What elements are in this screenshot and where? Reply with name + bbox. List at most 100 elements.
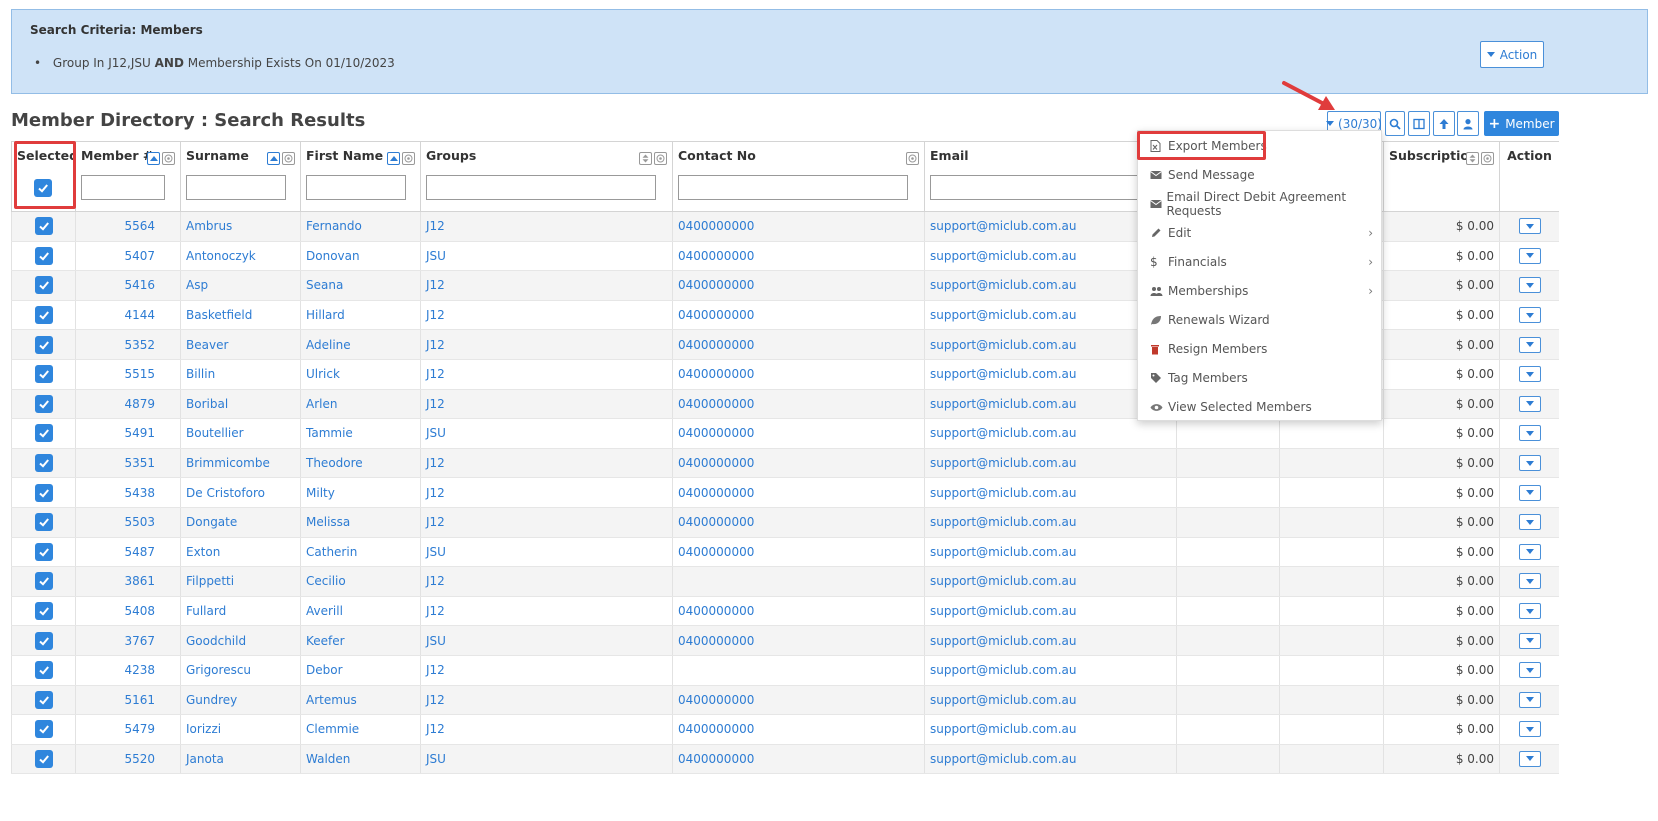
cell-group[interactable]: JSU <box>420 537 673 568</box>
cell-surname[interactable]: Goodchild <box>180 625 301 656</box>
cell-member-no[interactable]: 5491 <box>75 418 181 449</box>
cell-first-name[interactable]: Theodore <box>300 448 421 479</box>
row-checkbox[interactable] <box>34 483 53 502</box>
cell-group[interactable]: JSU <box>420 625 673 656</box>
row-checkbox[interactable] <box>34 542 53 561</box>
table-row[interactable]: 5408 Fullard Averill J12 0400000000 support@m… <box>11 596 1559 627</box>
row-action-button[interactable] <box>1518 543 1541 560</box>
row-checkbox[interactable] <box>34 394 53 413</box>
cell-contact[interactable]: 0400000000 <box>672 477 925 508</box>
groups-filter-input[interactable] <box>426 175 656 200</box>
sort-asc-icon[interactable] <box>147 152 160 165</box>
row-checkbox[interactable] <box>34 335 53 354</box>
cell-group[interactable]: J12 <box>420 270 673 301</box>
row-action-button[interactable] <box>1518 662 1541 679</box>
row-checkbox[interactable] <box>34 602 53 621</box>
columns-button[interactable] <box>1408 111 1430 136</box>
table-row[interactable]: 4238 Grigorescu Debor J12 support@miclub.com… <box>11 655 1559 686</box>
cell-contact[interactable]: 0400000000 <box>672 359 925 390</box>
table-row[interactable]: 5161 Gundrey Artemus J12 0400000000 support@m… <box>11 685 1559 716</box>
cell-email[interactable]: support@miclub.com.au <box>924 655 1177 686</box>
row-checkbox[interactable] <box>34 246 53 265</box>
cell-first-name[interactable]: Fernando <box>300 211 421 242</box>
cell-surname[interactable]: Fullard <box>180 596 301 627</box>
cell-first-name[interactable]: Ulrick <box>300 359 421 390</box>
cell-surname[interactable]: Exton <box>180 537 301 568</box>
upload-button[interactable] <box>1433 111 1455 136</box>
cell-member-no[interactable]: 5352 <box>75 329 181 360</box>
cell-contact[interactable]: 0400000000 <box>672 329 925 360</box>
cell-contact[interactable]: 0400000000 <box>672 418 925 449</box>
criteria-action-button[interactable]: Action <box>1480 41 1544 68</box>
menu-item-resign-members[interactable]: Resign Members <box>1138 337 1383 361</box>
first-name-filter-input[interactable] <box>306 175 406 200</box>
hide-column-icon[interactable] <box>906 152 919 165</box>
cell-contact[interactable]: 0400000000 <box>672 270 925 301</box>
sort-asc-icon[interactable] <box>267 152 280 165</box>
cell-contact[interactable] <box>672 566 925 597</box>
cell-contact[interactable]: 0400000000 <box>672 625 925 656</box>
cell-member-no[interactable]: 5351 <box>75 448 181 479</box>
table-row[interactable]: 5438 De Cristoforo Milty J12 0400000000 suppo… <box>11 477 1559 508</box>
cell-contact[interactable]: 0400000000 <box>672 744 925 775</box>
cell-first-name[interactable]: Clemmie <box>300 714 421 745</box>
cell-member-no[interactable]: 5407 <box>75 241 181 272</box>
cell-group[interactable]: J12 <box>420 507 673 538</box>
cell-contact[interactable]: 0400000000 <box>672 685 925 716</box>
row-action-button[interactable] <box>1518 750 1541 767</box>
cell-first-name[interactable]: Arlen <box>300 389 421 420</box>
cell-first-name[interactable]: Adeline <box>300 329 421 360</box>
cell-first-name[interactable]: Donovan <box>300 241 421 272</box>
row-action-button[interactable] <box>1518 603 1541 620</box>
cell-first-name[interactable]: Hillard <box>300 300 421 331</box>
cell-email[interactable]: support@miclub.com.au <box>924 537 1177 568</box>
cell-group[interactable]: J12 <box>420 448 673 479</box>
cell-surname[interactable]: Basketfield <box>180 300 301 331</box>
cell-surname[interactable]: Grigorescu <box>180 655 301 686</box>
row-action-button[interactable] <box>1518 425 1541 442</box>
row-checkbox[interactable] <box>34 454 53 473</box>
menu-item-financials[interactable]: $ Financials › <box>1138 250 1383 274</box>
cell-group[interactable]: J12 <box>420 329 673 360</box>
cell-contact[interactable]: 0400000000 <box>672 507 925 538</box>
menu-item-renewals-wizard[interactable]: Renewals Wizard <box>1138 308 1383 332</box>
cell-surname[interactable]: Billin <box>180 359 301 390</box>
cell-first-name[interactable]: Averill <box>300 596 421 627</box>
cell-surname[interactable]: Brimmicombe <box>180 448 301 479</box>
row-action-button[interactable] <box>1518 691 1541 708</box>
sort-icon[interactable] <box>639 152 652 165</box>
row-checkbox[interactable] <box>34 217 53 236</box>
table-row[interactable]: 5479 Iorizzi Clemmie J12 0400000000 support@m… <box>11 714 1559 745</box>
cell-contact[interactable]: 0400000000 <box>672 389 925 420</box>
add-member-button[interactable]: + Member <box>1484 111 1559 136</box>
cell-email[interactable]: support@miclub.com.au <box>924 744 1177 775</box>
cell-group[interactable]: J12 <box>420 211 673 242</box>
row-action-button[interactable] <box>1518 514 1541 531</box>
table-row[interactable]: 5487 Exton Catherin JSU 0400000000 support@mi… <box>11 537 1559 568</box>
cell-surname[interactable]: Boutellier <box>180 418 301 449</box>
cell-email[interactable]: support@miclub.com.au <box>924 566 1177 597</box>
row-checkbox[interactable] <box>34 661 53 680</box>
cell-group[interactable]: J12 <box>420 714 673 745</box>
table-row[interactable]: 5491 Boutellier Tammie JSU 0400000000 support… <box>11 418 1559 449</box>
menu-item-send-message[interactable]: Send Message <box>1138 163 1383 187</box>
hide-column-icon[interactable] <box>402 152 415 165</box>
cell-group[interactable]: J12 <box>420 596 673 627</box>
table-row[interactable]: 5351 Brimmicombe Theodore J12 0400000000 supp… <box>11 448 1559 479</box>
row-checkbox[interactable] <box>34 513 53 532</box>
member-no-filter-input[interactable] <box>81 175 165 200</box>
cell-first-name[interactable]: Walden <box>300 744 421 775</box>
hide-column-icon[interactable] <box>162 152 175 165</box>
row-action-button[interactable] <box>1518 218 1541 235</box>
cell-email[interactable]: support@miclub.com.au <box>924 596 1177 627</box>
cell-member-no[interactable]: 3861 <box>75 566 181 597</box>
cell-surname[interactable]: Iorizzi <box>180 714 301 745</box>
row-checkbox[interactable] <box>34 424 53 443</box>
cell-email[interactable]: support@miclub.com.au <box>924 448 1177 479</box>
cell-member-no[interactable]: 5416 <box>75 270 181 301</box>
row-checkbox[interactable] <box>34 631 53 650</box>
row-action-button[interactable] <box>1518 573 1541 590</box>
cell-first-name[interactable]: Melissa <box>300 507 421 538</box>
cell-surname[interactable]: Gundrey <box>180 685 301 716</box>
cell-first-name[interactable]: Catherin <box>300 537 421 568</box>
